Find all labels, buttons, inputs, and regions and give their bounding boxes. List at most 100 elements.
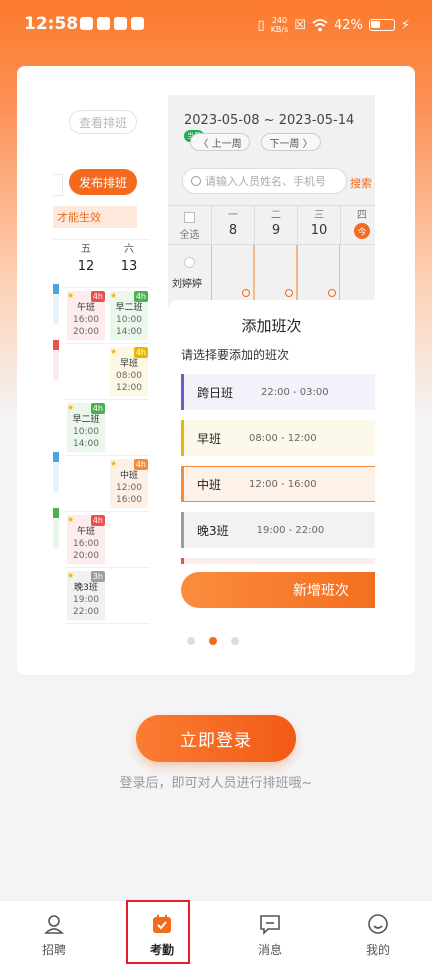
shift-cell [211, 245, 254, 301]
net-speed: 240 KB/s [271, 16, 289, 34]
schedule-cell [65, 344, 107, 400]
employee-row: 刘婷婷 [168, 245, 375, 301]
weekday-header-today: 四今 [340, 206, 375, 246]
shift-block: ★ 4h 早二班 10:00 14:00 [67, 403, 105, 452]
shift-name: 午班 [76, 527, 95, 537]
today-badge: 今 [354, 223, 370, 239]
shift-hours-badge: 4h [133, 347, 148, 358]
weekday-date: 10 [310, 223, 328, 238]
check-circle-icon [328, 289, 336, 297]
weekday-date: 9 [271, 223, 281, 238]
select-all-label: 全选 [179, 230, 200, 241]
mail-icon [97, 17, 110, 30]
star-icon: ★ [67, 515, 75, 524]
message-icon [260, 915, 280, 935]
shift-start: 12:00 [116, 483, 142, 493]
shift-name: 早二班 [115, 303, 143, 313]
weekday-name: 四 [357, 210, 367, 221]
tab-label: 招聘 [41, 943, 66, 957]
schedule-preview-table: 五 12 ★ 4h 午班 16:00 20:00 ★ 4h 早二班 10:00 14:00 ★ 4h 午班… [53, 239, 150, 624]
battery-icon [368, 19, 395, 31]
shift-name: 早二班 [72, 415, 100, 425]
schedule-cell [108, 512, 150, 568]
shift-end: 14:00 [73, 439, 99, 449]
shift-hours-badge: 4h [90, 515, 105, 526]
shift-option-time: 12:00 - 16:00 [249, 478, 317, 490]
shift-name: 中班 [119, 471, 138, 481]
day-date: 13 [120, 259, 138, 274]
weekday-date: 8 [228, 223, 238, 238]
schedule-cell: ★ 4h 午班 16:00 20:00 [65, 512, 107, 568]
status-right: ▯ 240 KB/s ☒ 42% ⚡ [258, 16, 410, 34]
shift-option-time: 08:00 - 12:00 [249, 432, 317, 444]
shift-hours-badge: 3h [90, 571, 105, 582]
carousel-dot[interactable] [231, 637, 239, 645]
status-bar: 12:58 ▯ 240 KB/s ☒ 42% ⚡ [0, 0, 432, 50]
star-icon: ★ [110, 459, 118, 468]
shift-option-name: 跨日班 [197, 385, 234, 400]
schedule-cell [65, 456, 107, 512]
check-circle-icon [242, 289, 250, 297]
carousel-dot[interactable] [187, 637, 195, 645]
smile-icon [368, 914, 388, 934]
shift-block: ★ 4h 午班 16:00 20:00 [67, 515, 105, 564]
charging-icon: ⚡ [400, 17, 410, 33]
shift-start: 10:00 [116, 315, 142, 325]
shift-option-name: 中班 [197, 477, 222, 492]
tab-mine[interactable]: 我的 [324, 901, 432, 964]
add-shift-button: 新增班次 [181, 572, 375, 608]
sim-off-icon: ☒ [294, 17, 306, 33]
shift-option-time: 22:00 - 03:00 [261, 386, 329, 398]
shift-start: 10:00 [73, 427, 99, 437]
carousel-dot-active[interactable] [209, 637, 217, 645]
star-icon: ★ [110, 291, 118, 300]
shift-block: ★ 3h 晚3班 19:00 22:00 [67, 571, 105, 620]
login-hint: 登录后，即可对人员进行排班哦~ [119, 776, 313, 791]
view-schedule-pill: 查看排班 [69, 110, 137, 134]
select-all-column: 全选 [168, 206, 211, 246]
shift-end: 22:00 [73, 607, 99, 617]
day-column-sat: 六 13 ★ 4h 早二班 10:00 14:00 ★ 4h 早班 08:00 12:00 ★ 4h 中班… [108, 240, 150, 624]
shift-option: 跨日班 22:00 - 03:00 [181, 374, 375, 410]
bottom-tab-bar: 招聘 考勤 消息 我的 [0, 900, 432, 964]
shift-hours-badge: 4h [133, 291, 148, 302]
app-notification-icon [80, 17, 93, 30]
add-shift-sheet: 添加班次 请选择要添加的班次 跨日班 22:00 - 03:00 早班 08:00 -… [168, 300, 375, 626]
sheet-prompt: 请选择要添加的班次 [181, 348, 290, 362]
weekday-header: 一8 [211, 206, 254, 246]
search-placeholder: 请输入人员姓名、手机号 [205, 175, 326, 188]
notification-icons [80, 17, 144, 30]
person-icon [44, 915, 64, 934]
shift-option: 早班 08:00 - 12:00 [181, 420, 375, 456]
shift-start: 19:00 [73, 595, 99, 605]
schedule-cell: ★ 4h 中班 12:00 16:00 [108, 456, 150, 512]
shift-end: 14:00 [116, 327, 142, 337]
battery-percent: 42% [333, 17, 363, 33]
carousel-indicator [187, 637, 239, 645]
star-icon: ★ [67, 291, 75, 300]
shift-option-name: 早班 [197, 431, 222, 446]
shift-block: ★ 4h 早班 08:00 12:00 [110, 347, 148, 396]
check-circle-icon [285, 289, 293, 297]
star-icon: ★ [67, 403, 75, 412]
shift-option-partial [181, 558, 375, 564]
shift-block: ★ 4h 早二班 10:00 14:00 [110, 291, 148, 340]
shift-start: 08:00 [116, 371, 142, 381]
shift-end: 20:00 [73, 551, 99, 561]
star-icon: ★ [67, 571, 75, 580]
tab-messages[interactable]: 消息 [216, 901, 324, 964]
shift-end: 20:00 [73, 327, 99, 337]
search-button: 搜索 [350, 177, 372, 190]
staff-search-input: 请输入人员姓名、手机号 [182, 168, 347, 194]
day-date: 12 [77, 259, 95, 274]
login-button[interactable]: 立即登录 [136, 715, 296, 762]
weekday-name: 三 [314, 210, 324, 221]
feature-carousel-card[interactable]: 查看排班 发布排班 才能生效 五 12 ★ 4h 午班 16:00 20:00 ★ 4h 早二班… [17, 66, 415, 675]
day-header: 五 12 [65, 240, 107, 288]
tab-recruit[interactable]: 招聘 [0, 901, 108, 964]
next-week-button: 下一周 〉 [261, 133, 321, 151]
vibrate-icon: ▯ [257, 17, 265, 33]
net-speed-value: 240 [271, 16, 288, 25]
carousel-slide: 查看排班 发布排班 才能生效 五 12 ★ 4h 午班 16:00 20:00 ★ 4h 早二班… [17, 66, 375, 626]
shift-cell [254, 245, 297, 301]
